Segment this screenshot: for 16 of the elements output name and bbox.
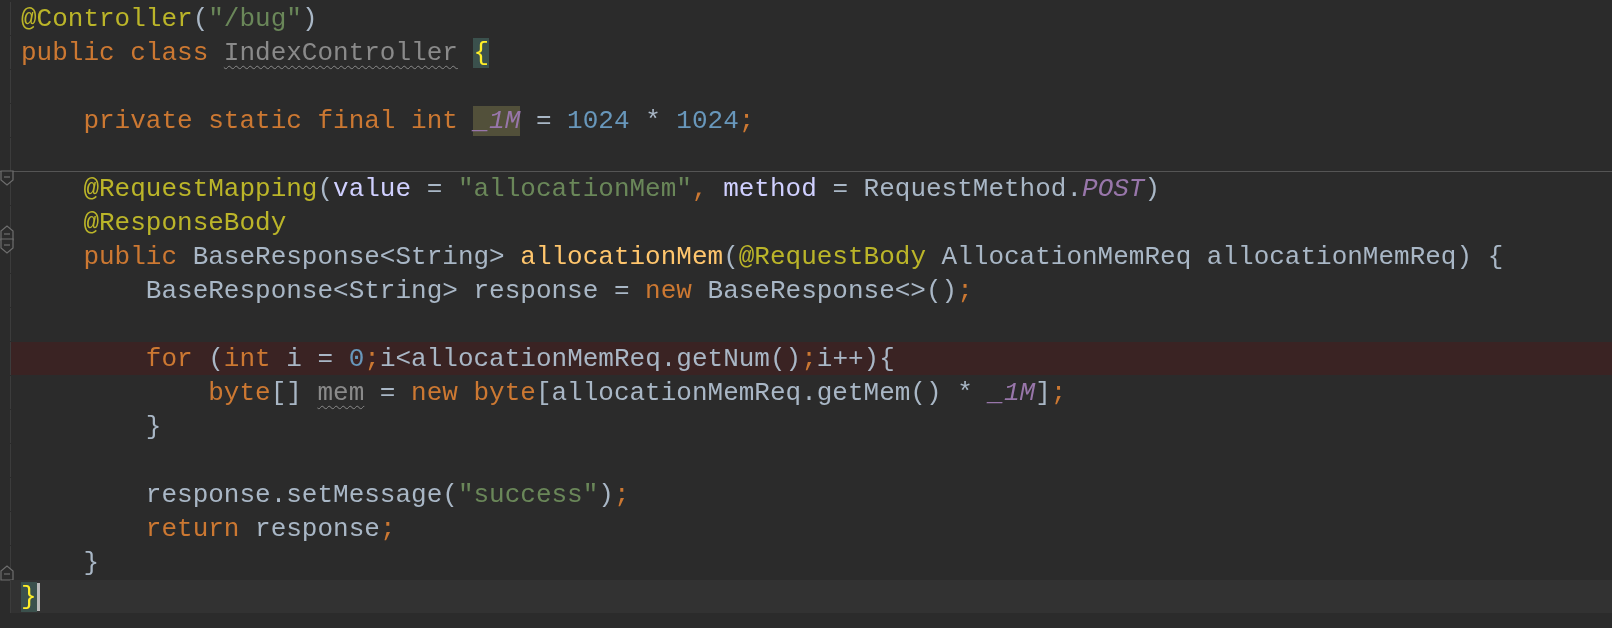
fold-marker-icon[interactable] bbox=[0, 565, 14, 581]
code-line: public class IndexController { bbox=[21, 37, 490, 68]
code-line: response.setMessage("success"); bbox=[144, 479, 630, 510]
code-line: return response; bbox=[144, 513, 396, 544]
code-line: for (int i = 0;i<allocationMemReq.getNum();i++){ bbox=[144, 343, 895, 374]
code-line: } bbox=[144, 411, 162, 442]
code-line: BaseResponse<String> response = new BaseResponse<>(); bbox=[144, 275, 973, 306]
code-line: @ResponseBody bbox=[82, 207, 287, 238]
fold-marker-icon[interactable] bbox=[0, 170, 14, 186]
code-line: @RequestMapping(value = "allocationMem", method = RequestMethod.POST) bbox=[82, 173, 1161, 204]
fold-marker-icon[interactable] bbox=[0, 238, 14, 254]
code-line: public BaseResponse<String> allocationMem(@RequestBody AllocationMemReq allocationMemReq) { bbox=[82, 241, 1504, 272]
code-line: @Controller("/bug") bbox=[21, 3, 318, 34]
code-line: } bbox=[82, 547, 99, 578]
code-line: byte[] mem = new byte[allocationMemReq.getMem() * _1M]; bbox=[207, 377, 1067, 408]
code-line: private static final int _1M = 1024 * 1024; bbox=[82, 105, 755, 136]
